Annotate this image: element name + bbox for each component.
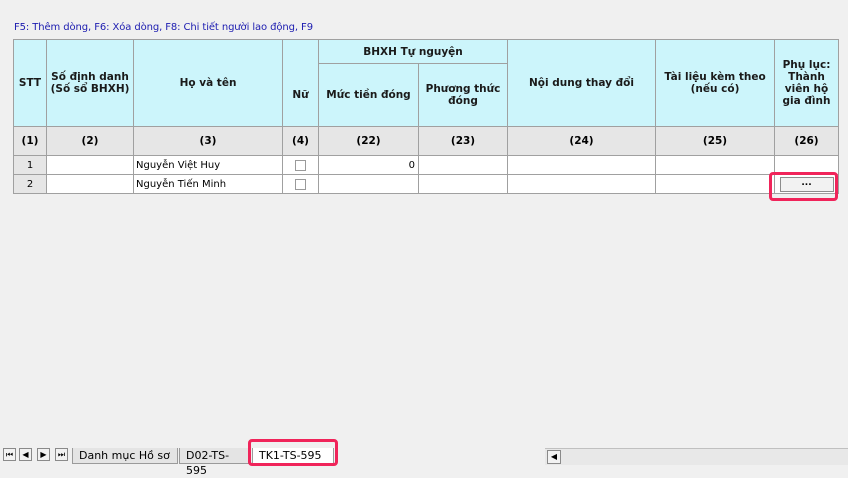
- table-row: 1 Nguyễn Việt Huy 0: [13, 155, 839, 175]
- noi-dung-thay-doi-cell[interactable]: [507, 174, 656, 194]
- ho-va-ten-cell[interactable]: Nguyễn Việt Huy: [133, 155, 283, 175]
- first-sheet-nav-button[interactable]: ⏮: [3, 448, 16, 461]
- noi-dung-thay-doi-cell[interactable]: [507, 155, 656, 175]
- shortcut-hint-bar: F5: Thêm dòng, F6: Xóa dòng, F8: Chi tiế…: [14, 22, 313, 33]
- column-number: (22): [318, 126, 419, 156]
- header-noi-dung-thay-doi: Nội dung thay đổi: [507, 39, 656, 127]
- header-nu: Nữ: [282, 63, 319, 127]
- column-number: (4): [282, 126, 319, 156]
- header-nu-spacer: [282, 39, 319, 64]
- prev-sheet-nav-button[interactable]: ◀: [19, 448, 32, 461]
- declaration-table: STT Số định danh (Số sổ BHXH) Họ và tên …: [13, 39, 839, 194]
- header-ho-va-ten: Họ và tên: [133, 39, 283, 127]
- highlight-phu-luc-button: [769, 172, 838, 201]
- tab-danh-muc-ho-so[interactable]: Danh mục Hồ sơ: [72, 448, 178, 464]
- nu-cell: [282, 155, 319, 175]
- header-phu-luc: Phụ lục: Thành viên hộ gia đình: [774, 39, 839, 127]
- table-row: 2 Nguyễn Tiến Minh ...: [13, 174, 839, 194]
- last-sheet-nav-button[interactable]: ⏭: [55, 448, 68, 461]
- stt-cell: 2: [13, 174, 47, 194]
- muc-tien-dong-cell[interactable]: [318, 174, 419, 194]
- column-number: (1): [13, 126, 47, 156]
- phuong-thuc-dong-cell[interactable]: [418, 174, 508, 194]
- header-bhxh-tu-nguyen: BHXH Tự nguyện: [318, 39, 508, 64]
- muc-tien-dong-cell[interactable]: 0: [318, 155, 419, 175]
- highlight-active-tab: [248, 439, 338, 466]
- next-sheet-nav-button[interactable]: ▶: [37, 448, 50, 461]
- tai-lieu-kem-theo-cell[interactable]: [655, 155, 775, 175]
- nu-checkbox[interactable]: [295, 159, 306, 171]
- nu-cell: [282, 174, 319, 194]
- header-phuong-thuc-dong: Phương thức đóng: [418, 63, 508, 127]
- tab-d02-ts-595[interactable]: D02-TS-595: [179, 448, 249, 477]
- nu-checkbox[interactable]: [295, 178, 306, 190]
- header-tai-lieu-kem-theo: Tài liệu kèm theo (nếu có): [655, 39, 775, 127]
- so-dinh-danh-cell[interactable]: [46, 155, 134, 175]
- header-stt: STT: [13, 39, 47, 127]
- column-number: (23): [418, 126, 508, 156]
- column-number: (2): [46, 126, 134, 156]
- column-number: (25): [655, 126, 775, 156]
- tai-lieu-kem-theo-cell[interactable]: [655, 174, 775, 194]
- column-number: (3): [133, 126, 283, 156]
- stt-cell: 1: [13, 155, 47, 175]
- header-so-dinh-danh: Số định danh (Số sổ BHXH): [46, 39, 134, 127]
- phuong-thuc-dong-cell[interactable]: [418, 155, 508, 175]
- sheet-tab-bar: ⏮ ◀ ▶ ⏭ Danh mục Hồ sơ D02-TS-595 TK1-TS…: [0, 446, 848, 477]
- so-dinh-danh-cell[interactable]: [46, 174, 134, 194]
- column-number: (26): [774, 126, 839, 156]
- header-muc-tien-dong: Mức tiền đóng: [318, 63, 419, 127]
- ho-va-ten-cell[interactable]: Nguyễn Tiến Minh: [133, 174, 283, 194]
- scroll-left-icon[interactable]: ◀: [547, 450, 561, 464]
- column-number: (24): [507, 126, 656, 156]
- horizontal-scrollbar[interactable]: ◀: [545, 448, 848, 465]
